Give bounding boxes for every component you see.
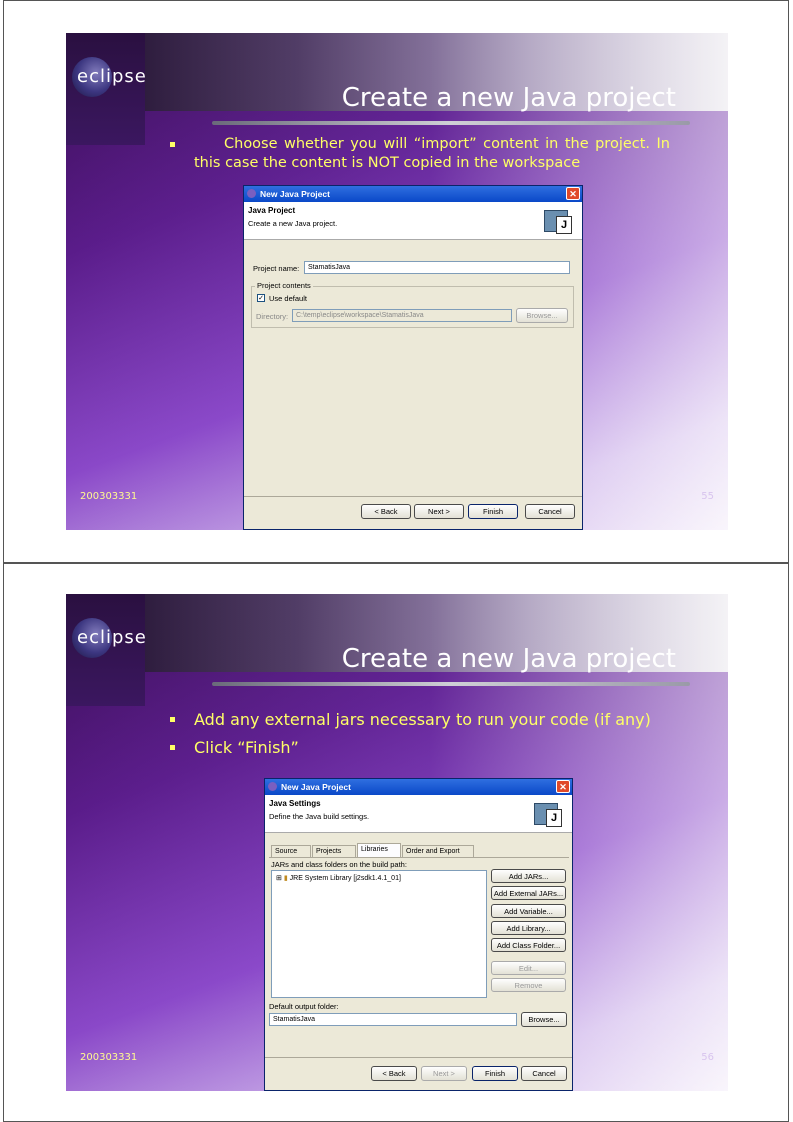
- tab-libraries[interactable]: Libraries: [357, 843, 401, 857]
- output-folder-label: Default output folder:: [269, 1002, 339, 1011]
- bullet-icon: [170, 745, 175, 750]
- slide-title: Create a new Java project: [341, 644, 676, 674]
- bullet-text: Add any external jars necessary to run y…: [194, 710, 651, 729]
- title-underline: [212, 121, 690, 125]
- dialog-titlebar[interactable]: New Java Project ✕: [244, 186, 582, 202]
- cancel-button[interactable]: Cancel: [521, 1066, 567, 1081]
- edit-button[interactable]: Edit...: [491, 961, 566, 975]
- next-button[interactable]: Next >: [421, 1066, 467, 1081]
- slide-55: eclipse Create a new Java project Choose…: [66, 33, 728, 530]
- bullet-list: Add any external jars necessary to run y…: [170, 710, 670, 766]
- add-class-folder-button[interactable]: Add Class Folder...: [491, 938, 566, 952]
- remove-button[interactable]: Remove: [491, 978, 566, 992]
- bullet-text: Choose whether you will “import” content…: [194, 136, 670, 171]
- eclipse-window-icon: [268, 782, 277, 791]
- expand-icon[interactable]: ⊞: [276, 875, 282, 882]
- output-folder-input[interactable]: StamatisJava: [269, 1013, 517, 1026]
- directory-input[interactable]: C:\temp\eclipse\workspace\StamatisJava: [292, 309, 512, 322]
- close-button[interactable]: ✕: [566, 187, 580, 200]
- tree-item-label: JRE System Library [j2sdk1.4.1_01]: [289, 875, 401, 882]
- close-button[interactable]: ✕: [556, 780, 570, 793]
- add-external-jars-button[interactable]: Add External JARs...: [491, 886, 566, 900]
- tab-baseline: [269, 857, 569, 858]
- bullet-icon: [170, 142, 175, 147]
- browse-button[interactable]: Browse...: [521, 1012, 567, 1027]
- footer-id: 200303331: [80, 1052, 138, 1063]
- slide-title: Create a new Java project: [341, 83, 676, 113]
- title-underline: [212, 682, 690, 686]
- browse-button[interactable]: Browse...: [516, 308, 568, 323]
- directory-label: Directory:: [256, 312, 289, 321]
- header-description: Define the Java build settings.: [269, 812, 370, 821]
- footer-separator: [244, 496, 582, 497]
- java-settings-icon: J: [534, 801, 564, 827]
- header-title: Java Settings: [269, 799, 321, 808]
- footer-id: 200303331: [80, 491, 138, 502]
- use-default-label: Use default: [269, 294, 307, 303]
- back-button[interactable]: < Back: [371, 1066, 417, 1081]
- build-path-list[interactable]: ⊞ ▮ JRE System Library [j2sdk1.4.1_01]: [271, 870, 487, 998]
- page-number: 55: [701, 491, 714, 502]
- back-button[interactable]: < Back: [361, 504, 411, 519]
- bullet-item: Choose whether you will “import” content…: [170, 135, 670, 173]
- dialog-titlebar[interactable]: New Java Project ✕: [265, 779, 572, 795]
- cancel-button[interactable]: Cancel: [525, 504, 575, 519]
- slide-56: eclipse Create a new Java project Add an…: [66, 594, 728, 1091]
- eclipse-window-icon: [247, 189, 256, 198]
- java-project-icon: J: [544, 208, 574, 234]
- logo-text: eclipse: [77, 627, 147, 648]
- bullet-item: Click “Finish”: [170, 738, 670, 758]
- bullet-icon: [170, 717, 175, 722]
- bullet-item: Add any external jars necessary to run y…: [170, 710, 670, 730]
- page-number: 56: [701, 1052, 714, 1063]
- list-item[interactable]: ⊞ ▮ JRE System Library [j2sdk1.4.1_01]: [276, 874, 401, 882]
- new-java-project-dialog: New Java Project ✕ Java Project Create a…: [243, 185, 583, 530]
- finish-button[interactable]: Finish: [468, 504, 518, 519]
- bullet-text: Click “Finish”: [194, 738, 299, 757]
- eclipse-logo: eclipse: [66, 33, 147, 145]
- header-description: Create a new Java project.: [248, 219, 338, 228]
- library-icon: ▮: [283, 875, 288, 882]
- header-title: Java Project: [248, 206, 296, 215]
- dialog-title: New Java Project: [260, 189, 330, 199]
- next-button[interactable]: Next >: [414, 504, 464, 519]
- footer-separator: [265, 1057, 572, 1058]
- dialog-header: Java Project Create a new Java project. …: [244, 202, 582, 240]
- dialog-header: Java Settings Define the Java build sett…: [265, 795, 572, 833]
- jars-label: JARs and class folders on the build path…: [271, 860, 407, 869]
- new-java-project-dialog: New Java Project ✕ Java Settings Define …: [264, 778, 573, 1091]
- add-variable-button[interactable]: Add Variable...: [491, 904, 566, 918]
- project-name-input[interactable]: StamatisJava: [304, 261, 570, 274]
- add-jars-button[interactable]: Add JARs...: [491, 869, 566, 883]
- finish-button[interactable]: Finish: [472, 1066, 518, 1081]
- use-default-checkbox[interactable]: ✓: [257, 294, 265, 302]
- logo-text: eclipse: [77, 66, 147, 87]
- project-name-label: Project name:: [253, 264, 300, 273]
- project-contents-label: Project contents: [255, 281, 313, 290]
- add-library-button[interactable]: Add Library...: [491, 921, 566, 935]
- bullet-list: Choose whether you will “import” content…: [170, 135, 670, 181]
- eclipse-logo: eclipse: [66, 594, 147, 706]
- dialog-title: New Java Project: [281, 782, 351, 792]
